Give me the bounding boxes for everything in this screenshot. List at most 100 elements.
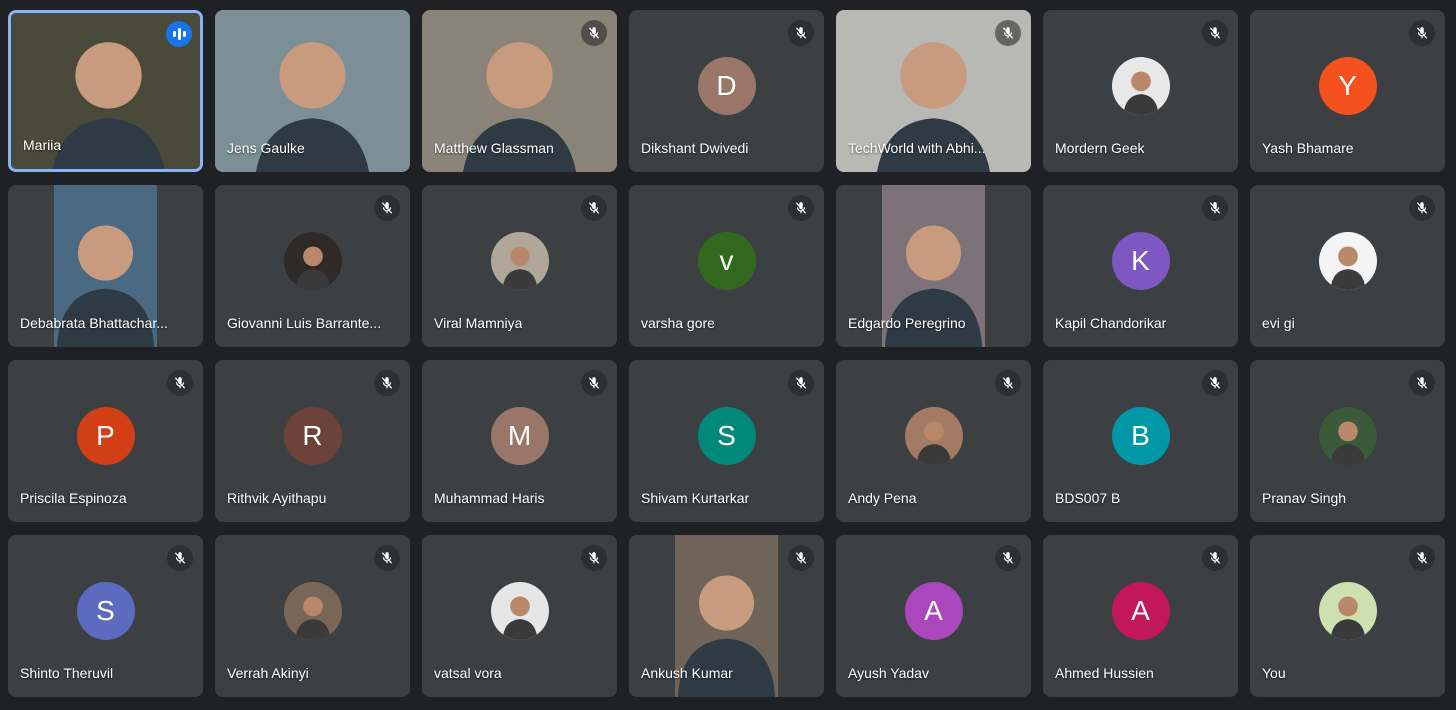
mic-off-icon bbox=[995, 20, 1021, 46]
mic-off-icon bbox=[1202, 195, 1228, 221]
mic-off-icon bbox=[1202, 370, 1228, 396]
mic-off-icon bbox=[1202, 545, 1228, 571]
avatar-initial: P bbox=[96, 420, 115, 451]
participant-tile[interactable]: Pranav Singh bbox=[1250, 360, 1445, 522]
participant-name: Giovanni Luis Barrante... bbox=[227, 315, 382, 331]
participant-name: Shivam Kurtarkar bbox=[641, 490, 750, 506]
participant-name: Mordern Geek bbox=[1055, 140, 1145, 156]
participant-tile[interactable]: Andy Pena bbox=[836, 360, 1031, 522]
participant-tile[interactable]: D Dikshant Dwivedi bbox=[629, 10, 824, 172]
participant-name: Pranav Singh bbox=[1262, 490, 1347, 506]
mic-off-icon bbox=[1409, 545, 1435, 571]
avatar: R bbox=[283, 407, 342, 465]
participant-tile[interactable]: Matthew Glassman bbox=[422, 10, 617, 172]
participant-tile[interactable]: S Shivam Kurtarkar bbox=[629, 360, 824, 522]
participant-name: Muhammad Haris bbox=[434, 490, 545, 506]
avatar-initial: v bbox=[719, 245, 734, 276]
mic-off-icon bbox=[581, 370, 607, 396]
avatar-initial: D bbox=[716, 70, 737, 101]
participant-tile[interactable]: Mariia bbox=[8, 10, 203, 172]
avatar-photo bbox=[1318, 582, 1377, 640]
mic-off-icon bbox=[1409, 20, 1435, 46]
avatar-initial: A bbox=[1131, 595, 1150, 626]
participant-tile[interactable]: A Ahmed Hussien bbox=[1043, 535, 1238, 697]
avatar: S bbox=[697, 407, 756, 465]
participant-tile[interactable]: A Ayush Yadav bbox=[836, 535, 1031, 697]
mic-off-icon bbox=[788, 370, 814, 396]
avatar-sketch bbox=[1318, 232, 1377, 290]
participant-tile[interactable]: vatsal vora bbox=[422, 535, 617, 697]
participant-tile[interactable]: Edgardo Peregrino bbox=[836, 185, 1031, 347]
avatar-photo bbox=[490, 232, 549, 290]
mic-off-icon bbox=[995, 545, 1021, 571]
avatar: A bbox=[904, 582, 963, 640]
participant-tile[interactable]: Verrah Akinyi bbox=[215, 535, 410, 697]
avatar-photo bbox=[283, 232, 342, 290]
participant-name: Kapil Chandorikar bbox=[1055, 315, 1167, 331]
participant-name: TechWorld with Abhi... bbox=[848, 140, 986, 156]
participant-name: Ahmed Hussien bbox=[1055, 665, 1154, 681]
mic-off-icon bbox=[167, 545, 193, 571]
avatar: B bbox=[1111, 407, 1170, 465]
participant-name: Debabrata Bhattachar... bbox=[20, 315, 168, 331]
participant-tile[interactable]: Ankush Kumar bbox=[629, 535, 824, 697]
participant-tile[interactable]: TechWorld with Abhi... bbox=[836, 10, 1031, 172]
avatar-initial: R bbox=[302, 420, 323, 451]
participant-tile[interactable]: Y Yash Bhamare bbox=[1250, 10, 1445, 172]
participant-name: evi gi bbox=[1262, 315, 1295, 331]
avatar-photo bbox=[904, 407, 963, 465]
participant-name: Shinto Theruvil bbox=[20, 665, 114, 681]
participant-name: Rithvik Ayithapu bbox=[227, 490, 327, 506]
mic-off-icon bbox=[1409, 195, 1435, 221]
participant-grid: Mariia Jens Gaulke Matthew Glassman D Diksha… bbox=[8, 10, 1445, 697]
avatar: Y bbox=[1318, 57, 1377, 115]
participant-tile[interactable]: v varsha gore bbox=[629, 185, 824, 347]
mic-off-icon bbox=[1409, 370, 1435, 396]
avatar-signature bbox=[490, 582, 549, 640]
participant-tile[interactable]: evi gi bbox=[1250, 185, 1445, 347]
participant-name: Mariia bbox=[23, 137, 62, 153]
participant-name: Matthew Glassman bbox=[434, 140, 554, 156]
avatar: v bbox=[697, 232, 756, 290]
participant-name: Yash Bhamare bbox=[1262, 140, 1354, 156]
participant-tile[interactable]: Jens Gaulke bbox=[215, 10, 410, 172]
mic-off-icon bbox=[374, 545, 400, 571]
participant-tile[interactable]: Mordern Geek bbox=[1043, 10, 1238, 172]
avatar-initial: B bbox=[1131, 420, 1150, 451]
avatar-initial: S bbox=[96, 595, 115, 626]
participant-tile[interactable]: Debabrata Bhattachar... bbox=[8, 185, 203, 347]
participant-tile[interactable]: P Priscila Espinoza bbox=[8, 360, 203, 522]
mic-off-icon bbox=[374, 370, 400, 396]
participant-name: Ankush Kumar bbox=[641, 665, 733, 681]
participant-name: Ayush Yadav bbox=[848, 665, 929, 681]
avatar-initial: S bbox=[717, 420, 736, 451]
participant-tile[interactable]: S Shinto Theruvil bbox=[8, 535, 203, 697]
mic-off-icon bbox=[1202, 20, 1228, 46]
participant-name: Edgardo Peregrino bbox=[848, 315, 966, 331]
avatar-initial: A bbox=[924, 595, 943, 626]
participant-name: Priscila Espinoza bbox=[20, 490, 127, 506]
participant-name: vatsal vora bbox=[434, 665, 502, 681]
mic-off-icon bbox=[581, 195, 607, 221]
avatar-photo bbox=[1111, 57, 1170, 115]
avatar-photo bbox=[1318, 407, 1377, 465]
avatar: M bbox=[490, 407, 549, 465]
speaking-indicator-icon bbox=[166, 21, 192, 47]
participant-tile[interactable]: K Kapil Chandorikar bbox=[1043, 185, 1238, 347]
participant-tile[interactable]: M Muhammad Haris bbox=[422, 360, 617, 522]
participant-tile[interactable]: Viral Mamniya bbox=[422, 185, 617, 347]
mic-off-icon bbox=[788, 545, 814, 571]
mic-off-icon bbox=[788, 195, 814, 221]
participant-tile[interactable]: Giovanni Luis Barrante... bbox=[215, 185, 410, 347]
mic-off-icon bbox=[995, 370, 1021, 396]
participant-name: Viral Mamniya bbox=[434, 315, 523, 331]
avatar-initial: K bbox=[1131, 245, 1150, 276]
avatar: D bbox=[697, 57, 756, 115]
mic-off-icon bbox=[788, 20, 814, 46]
participant-tile[interactable]: R Rithvik Ayithapu bbox=[215, 360, 410, 522]
mic-off-icon bbox=[581, 545, 607, 571]
participant-tile[interactable]: You bbox=[1250, 535, 1445, 697]
participant-name: You bbox=[1262, 665, 1286, 681]
participant-name: Verrah Akinyi bbox=[227, 665, 309, 681]
participant-tile[interactable]: B BDS007 B bbox=[1043, 360, 1238, 522]
